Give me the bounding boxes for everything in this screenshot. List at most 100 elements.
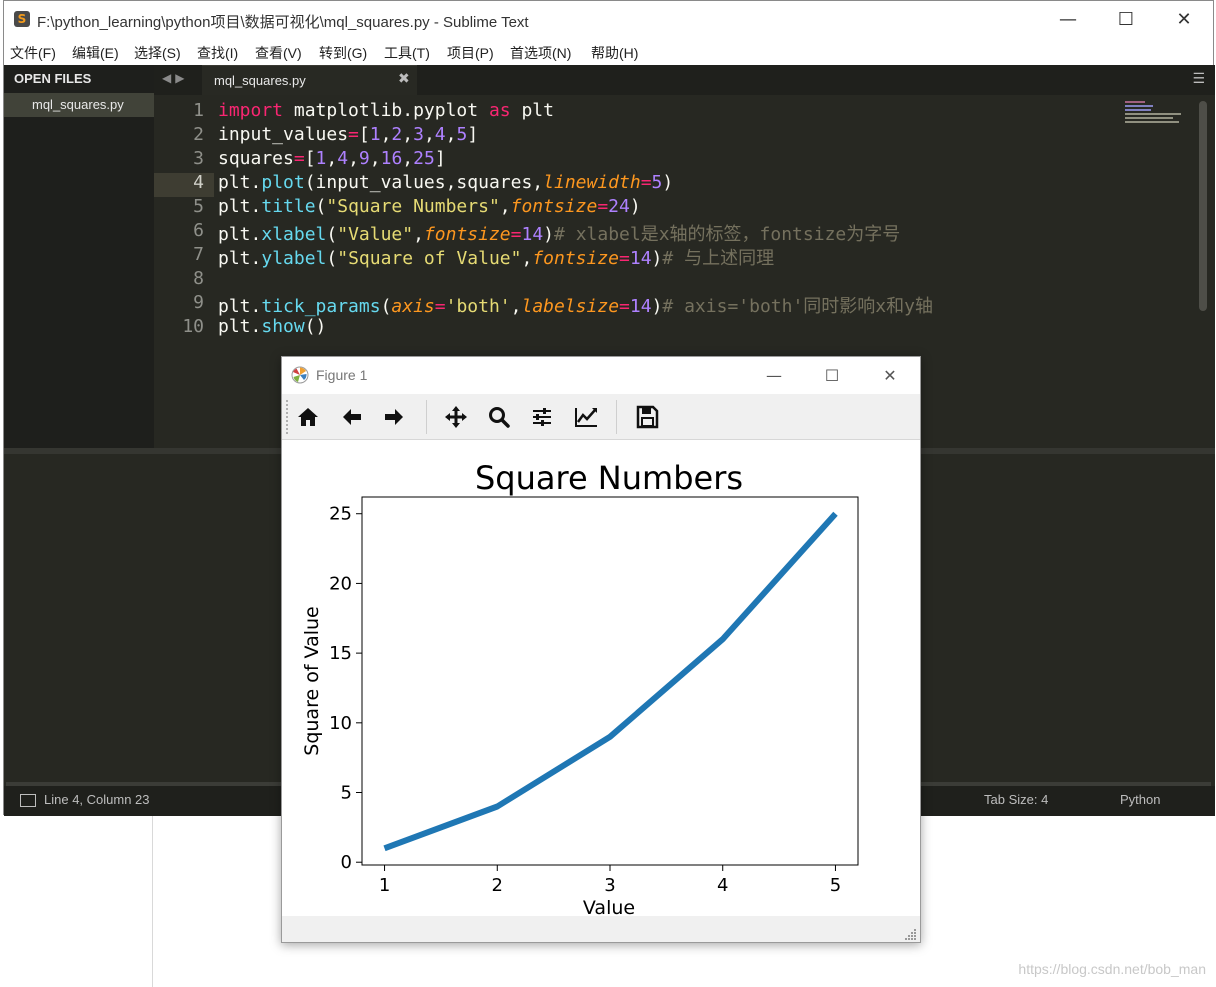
resize-grip-icon[interactable] bbox=[905, 928, 917, 940]
code-token: ] bbox=[434, 148, 446, 169]
figure-maximize-button[interactable]: ☐ bbox=[803, 357, 861, 394]
sidebar-heading: OPEN FILES bbox=[14, 71, 92, 86]
syntax-selector[interactable]: Python bbox=[1120, 792, 1160, 807]
figure-minimize-button[interactable]: — bbox=[745, 357, 803, 394]
code-token: linewidth bbox=[543, 172, 641, 193]
edit-axis-icon[interactable] bbox=[571, 402, 601, 432]
save-icon[interactable] bbox=[632, 402, 662, 432]
toolbar-separator bbox=[426, 400, 427, 434]
x-tick-label: 3 bbox=[604, 875, 615, 896]
line-gutter: 1 2 3 4 5 6 7 8 9 10 bbox=[154, 95, 214, 448]
figure-close-button[interactable]: ✕ bbox=[861, 357, 919, 394]
configure-subplots-icon[interactable] bbox=[527, 402, 557, 432]
line-number: 10 bbox=[182, 316, 204, 337]
close-tab-icon[interactable]: ✖ bbox=[398, 71, 410, 87]
panel-toggle-icon[interactable] bbox=[20, 794, 36, 807]
code-token: 3 bbox=[413, 124, 424, 145]
code-token: , bbox=[499, 196, 511, 217]
code-token: input_values bbox=[218, 124, 349, 145]
tab-nav-arrows-icon[interactable]: ◀▶ bbox=[162, 71, 188, 85]
menu-goto[interactable]: 转到(G) bbox=[319, 43, 367, 63]
close-button[interactable]: ✕ bbox=[1155, 1, 1213, 39]
line-number: 2 bbox=[193, 124, 204, 145]
toolbar-grip[interactable] bbox=[286, 400, 290, 434]
zoom-icon[interactable] bbox=[484, 402, 514, 432]
code-token: axis bbox=[391, 296, 435, 317]
code-token: ) bbox=[543, 224, 555, 245]
code-token: ] bbox=[467, 124, 479, 145]
code-token: 5 bbox=[456, 124, 468, 145]
title-bar[interactable]: S F:\python_learning\python项目\数据可视化\mql_… bbox=[4, 1, 1213, 39]
menu-find[interactable]: 查找(I) bbox=[197, 43, 238, 63]
code-token: fontsize bbox=[510, 196, 598, 217]
menu-help[interactable]: 帮助(H) bbox=[591, 43, 638, 63]
code-token: 1 bbox=[369, 124, 381, 145]
menu-file[interactable]: 文件(F) bbox=[10, 43, 56, 63]
chart-title: Square Numbers bbox=[475, 459, 743, 497]
code-token: , bbox=[369, 148, 381, 169]
code-token: 4 bbox=[434, 124, 446, 145]
menu-preferences[interactable]: 首选项(N) bbox=[510, 43, 571, 63]
code-token: , bbox=[521, 248, 533, 269]
code-token: 1 bbox=[315, 148, 327, 169]
scrollbar[interactable] bbox=[1199, 101, 1207, 311]
minimize-button[interactable]: — bbox=[1039, 1, 1097, 39]
code-token: as bbox=[488, 100, 511, 121]
code-token: ) bbox=[651, 296, 663, 317]
cursor-position: Line 4, Column 23 bbox=[44, 792, 150, 807]
code-token: , bbox=[510, 296, 522, 317]
code-token: = bbox=[348, 124, 359, 145]
x-tick-label: 1 bbox=[379, 875, 390, 896]
code-token: () bbox=[304, 316, 327, 337]
menu-tools[interactable]: 工具(T) bbox=[384, 43, 430, 63]
code-token: plt bbox=[510, 100, 554, 121]
code-token: 14 bbox=[629, 248, 652, 269]
maximize-button[interactable]: ☐ bbox=[1097, 1, 1155, 39]
back-arrow-icon[interactable] bbox=[337, 402, 367, 432]
code-token: (input_values,squares, bbox=[304, 172, 544, 193]
tab-size-selector[interactable]: Tab Size: 4 bbox=[984, 792, 1048, 807]
tab-file[interactable]: mql_squares.py ✖ bbox=[202, 65, 417, 95]
code-line: plt.show() bbox=[218, 316, 326, 337]
code-token: , bbox=[402, 148, 414, 169]
code-line: input_values=[1,2,3,4,5] bbox=[218, 124, 478, 145]
y-axis-label: Square of Value bbox=[301, 606, 323, 755]
code-token: show bbox=[261, 316, 305, 337]
home-icon[interactable] bbox=[293, 402, 323, 432]
pan-icon[interactable] bbox=[441, 402, 471, 432]
figure-title-bar[interactable]: Figure 1 — ☐ ✕ bbox=[282, 357, 920, 394]
tab-menu-icon[interactable]: ☰ bbox=[1192, 71, 1205, 87]
code-comment: # xlabel是x轴的标签，fontsize为字号 bbox=[554, 224, 901, 245]
menu-bar: 文件(F) 编辑(E) 选择(S) 查找(I) 查看(V) 转到(G) 工具(T… bbox=[4, 39, 1213, 65]
line-number: 7 bbox=[193, 244, 204, 265]
menu-edit[interactable]: 编辑(E) bbox=[72, 43, 119, 63]
code-token: plt. bbox=[218, 296, 262, 317]
menu-selection[interactable]: 选择(S) bbox=[134, 43, 181, 63]
line-number: 8 bbox=[193, 268, 204, 289]
code-token: = bbox=[293, 148, 305, 169]
code-token: ylabel bbox=[261, 248, 327, 269]
line-number: 3 bbox=[193, 148, 204, 169]
code-token: 2 bbox=[391, 124, 403, 145]
minimap[interactable] bbox=[1125, 101, 1185, 125]
tab-label: mql_squares.py bbox=[214, 73, 306, 88]
code-token: title bbox=[261, 196, 316, 217]
sidebar-item-file[interactable]: mql_squares.py bbox=[4, 93, 154, 117]
menu-project[interactable]: 项目(P) bbox=[447, 43, 494, 63]
code-token: plt. bbox=[218, 196, 262, 217]
code-line: plt.plot(input_values,squares,linewidth=… bbox=[218, 172, 673, 193]
menu-view[interactable]: 查看(V) bbox=[255, 43, 302, 63]
code-token: ) bbox=[662, 172, 674, 193]
forward-arrow-icon[interactable] bbox=[379, 402, 409, 432]
code-token: 9 bbox=[358, 148, 370, 169]
code-token: fontsize bbox=[532, 248, 620, 269]
code-line: squares=[1,4,9,16,25] bbox=[218, 148, 446, 169]
figure-canvas[interactable]: Square Numbers 1 2 3 4 5 0 5 10 15 20 25 Value Sq… bbox=[282, 440, 920, 916]
x-tick-label: 5 bbox=[830, 875, 841, 896]
code-token: "Value" bbox=[337, 224, 414, 245]
axes-frame bbox=[361, 496, 859, 866]
y-tick-label: 20 bbox=[329, 573, 352, 594]
code-token: tick_params bbox=[261, 296, 381, 317]
code-token: , bbox=[413, 224, 424, 245]
code-token: ) bbox=[651, 248, 663, 269]
